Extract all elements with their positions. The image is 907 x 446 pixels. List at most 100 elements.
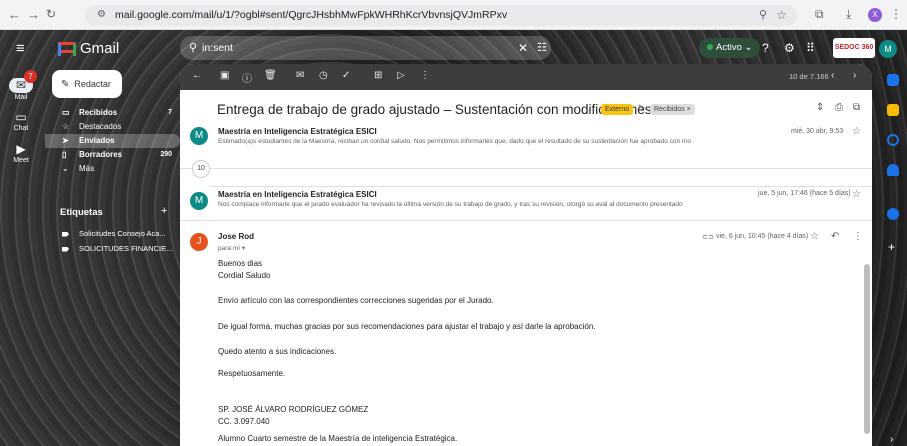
back-to-list-icon[interactable]: ← <box>192 70 202 81</box>
recipients-toggle[interactable]: para mí ▾ <box>218 244 245 252</box>
print-icon[interactable]: ⎙ <box>835 102 843 113</box>
sidebar-item-more[interactable]: ⌄ Más <box>45 162 180 176</box>
reply-icon[interactable]: ↶ <box>831 231 839 242</box>
collapsed-messages-button[interactable]: 10 <box>192 160 210 178</box>
rail-meet-label: Meet <box>13 157 29 164</box>
star-icon[interactable]: ☆ <box>810 231 819 242</box>
sidebar-item-starred[interactable]: ☆ Destacados <box>45 120 180 134</box>
delete-icon[interactable]: 🗑 <box>264 70 277 81</box>
rail-chat-button[interactable]: ▭ Chat <box>0 110 42 132</box>
star-icon[interactable]: ☆ <box>852 189 861 200</box>
tasks-icon[interactable] <box>887 134 899 146</box>
account-avatar[interactable]: M <box>879 40 897 58</box>
search-options-icon[interactable]: ☷ <box>537 41 547 54</box>
thread-subject: Entrega de trabajo de grado ajustado – S… <box>217 102 652 117</box>
back-icon[interactable]: ← <box>8 7 21 22</box>
labels-heading: Etiquetas <box>60 207 103 218</box>
pencil-icon: ✎ <box>61 79 70 90</box>
message-sender[interactable]: Jose Rod <box>218 232 254 241</box>
thread-scrollbar[interactable] <box>864 264 870 434</box>
collapsed-divider <box>210 186 872 187</box>
attachment-icon: ⊂⊃ <box>702 234 714 241</box>
chat-icon: ▭ <box>15 110 27 124</box>
mark-unread-icon[interactable]: ✉ <box>296 70 304 81</box>
sidebar-item-drafts[interactable]: ▯ Borradores 290 <box>45 148 180 162</box>
pagination-text: 10 de 7.166 <box>789 72 829 81</box>
report-spam-icon[interactable]: ⓘ <box>242 70 252 85</box>
message-date: jue, 5 jun, 17:46 (hace 5 días) <box>758 190 851 197</box>
add-label-icon[interactable]: + <box>161 205 167 217</box>
message-snippet[interactable]: Estimado(a)s estudiantes de la Maestría,… <box>218 138 691 145</box>
gmail-wordmark: Gmail <box>80 40 120 58</box>
sender-avatar: M <box>190 127 208 145</box>
get-addons-icon[interactable]: + <box>888 240 895 254</box>
body-line: SP. JOSÉ ÁLVARO RODRÍGUEZ GÓMEZ <box>218 405 369 414</box>
important-marker-icon[interactable]: ᐅ <box>638 103 645 114</box>
addon-icon[interactable] <box>887 208 899 220</box>
main-menu-icon[interactable]: ≡ <box>16 40 25 57</box>
older-icon[interactable]: › <box>853 70 856 81</box>
search-input[interactable]: in:sent <box>202 42 233 54</box>
app-rail: ✉ Mail 7 ▭ Chat ▶ Meet <box>0 30 42 446</box>
status-dot <box>707 44 713 50</box>
expand-all-icon[interactable]: ⇕ <box>816 102 824 113</box>
bookmark-star-icon[interactable]: ☆ <box>776 8 787 22</box>
hide-side-panel-icon[interactable]: › <box>890 434 893 445</box>
download-icon[interactable]: ⤓ <box>846 7 851 22</box>
snooze-icon[interactable]: ◷ <box>319 70 328 81</box>
search-icon[interactable]: ⚲ <box>189 41 197 54</box>
reload-icon[interactable]: ↻ <box>46 7 56 21</box>
extensions-icon[interactable]: ⧉ <box>815 7 824 22</box>
search-bar[interactable]: ⚲ in:sent ✕ ☷ <box>180 36 551 60</box>
label-tag-icon <box>62 231 69 237</box>
add-task-icon[interactable]: ✓ <box>342 70 350 81</box>
rail-meet-button[interactable]: ▶ Meet <box>0 142 42 164</box>
browser-toolbar: ← → ↻ ⚙ mail.google.com/mail/u/1/?ogbl#s… <box>0 0 907 30</box>
star-icon[interactable]: ☆ <box>852 126 861 137</box>
body-line: Envío artículo con las correspondientes … <box>218 296 494 305</box>
calendar-icon[interactable] <box>887 74 899 86</box>
inbox-label-chip[interactable]: Recibidos × <box>650 104 695 115</box>
status-selector[interactable]: Activo ⌄ <box>699 38 761 58</box>
apps-grid-icon[interactable]: ⠿ <box>806 41 815 55</box>
new-window-icon[interactable]: ⧉ <box>853 102 860 113</box>
forward-icon[interactable]: → <box>27 7 40 22</box>
message-sender[interactable]: Maestría en Inteligencia Estratégica ESI… <box>218 127 377 136</box>
browser-menu-icon[interactable]: ⋮ <box>890 7 902 21</box>
org-logo[interactable]: SEDOC 360 <box>833 38 875 58</box>
draft-icon: ▯ <box>62 150 67 159</box>
address-bar[interactable]: ⚙ mail.google.com/mail/u/1/?ogbl#sent/Qg… <box>85 5 797 26</box>
settings-gear-icon[interactable]: ⚙ <box>784 41 795 55</box>
keep-icon[interactable] <box>887 104 899 116</box>
body-line: Cordial Saludo <box>218 271 271 280</box>
label-name: SOLICITUDES FINANCIE... <box>79 244 173 253</box>
message-more-icon[interactable]: ⋮ <box>853 231 863 242</box>
gmail-logo[interactable]: Gmail <box>58 40 119 58</box>
site-info-icon[interactable]: ⚙ <box>97 9 106 20</box>
side-panel-rail: + › <box>880 64 907 446</box>
label-item[interactable]: Solicitudes Consejo Aca... <box>62 229 174 238</box>
label-icon[interactable]: ▷ <box>397 70 405 81</box>
rail-chat-label: Chat <box>13 125 29 132</box>
zoom-icon[interactable]: ⚲ <box>759 8 767 21</box>
sidebar-item-sent[interactable]: ➤ Enviados <box>45 134 180 148</box>
sidebar-item-label: Destacados <box>79 122 122 131</box>
clear-search-icon[interactable]: ✕ <box>518 41 528 55</box>
browser-profile-avatar[interactable]: X <box>868 8 882 22</box>
contacts-icon[interactable] <box>887 164 899 176</box>
body-line: De igual forma, muchas gracias por sus r… <box>218 322 596 331</box>
newer-icon[interactable]: ‹ <box>831 70 834 81</box>
sidebar-item-label: Recibidos <box>79 108 118 117</box>
rail-mail-button[interactable]: ✉ Mail <box>0 78 42 101</box>
inbox-icon: ▭ <box>62 108 70 117</box>
label-item[interactable]: SOLICITUDES FINANCIE... <box>62 244 174 253</box>
sidebar-item-inbox[interactable]: ▭ Recibidos 7 <box>45 106 180 120</box>
more-options-icon[interactable]: ⋮ <box>420 70 430 81</box>
chevron-down-icon: ⌄ <box>62 164 69 173</box>
compose-button[interactable]: ✎ Redactar <box>52 70 122 98</box>
message-snippet[interactable]: Nos complace informarle que el jurado ev… <box>218 201 683 208</box>
message-sender[interactable]: Maestría en Inteligencia Estratégica ESI… <box>218 190 377 199</box>
move-to-icon[interactable]: ⊞ <box>374 70 382 81</box>
help-icon[interactable]: ? <box>762 41 769 55</box>
archive-icon[interactable]: ▣ <box>220 70 229 81</box>
